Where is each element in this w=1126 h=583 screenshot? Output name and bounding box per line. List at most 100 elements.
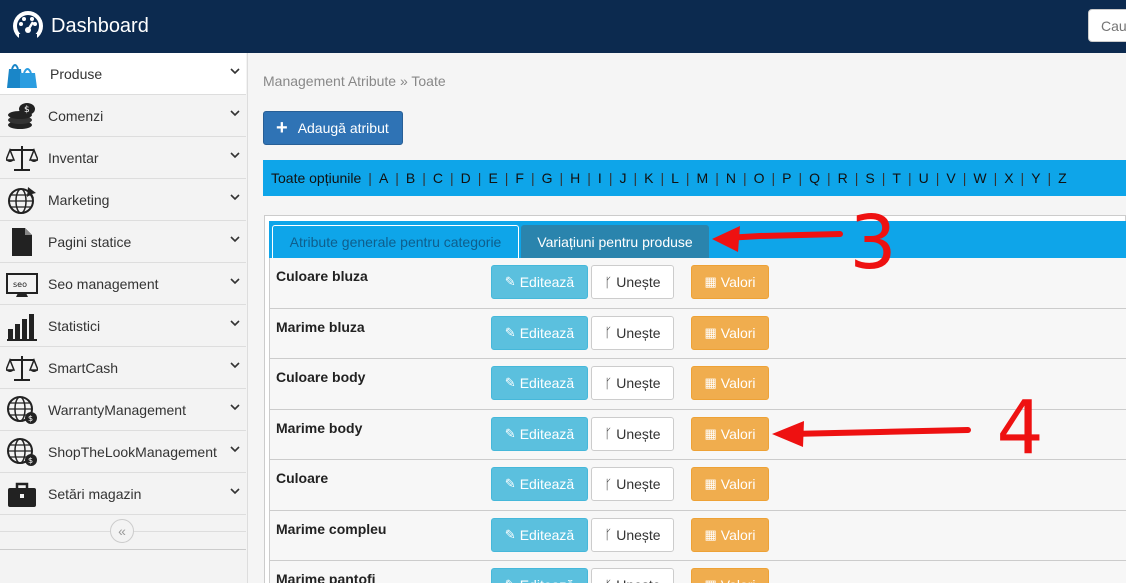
sidebar-item-produse[interactable]: Produse [0, 53, 246, 95]
alphabet-letter[interactable]: W [973, 170, 986, 186]
alphabet-letter[interactable]: G [542, 170, 553, 186]
table-icon: ▦ [704, 577, 716, 583]
alphabet-letter[interactable]: S [865, 170, 874, 186]
pencil-icon: ✎ [504, 375, 516, 390]
branch-icon: ᚴ [604, 578, 612, 583]
alphabet-letter[interactable]: F [515, 170, 524, 186]
sidebar-item-comenzi[interactable]: $ Comenzi [0, 95, 246, 137]
alphabet-letter[interactable]: U [919, 170, 929, 186]
table-row: Marime body ✎ Editează ᚴ Unește ▦ Valori [269, 409, 1126, 460]
alphabet-letter[interactable]: Z [1058, 170, 1067, 186]
attributes-panel: Atribute generale pentru categorie Varia… [264, 215, 1126, 583]
values-button[interactable]: ▦Valori [691, 366, 769, 400]
alphabet-letter[interactable]: D [461, 170, 471, 186]
table-row: Culoare body ✎ Editează ᚴ Unește ▦ Valori [269, 359, 1126, 410]
values-label: Valori [721, 577, 756, 583]
alphabet-letter[interactable]: B [406, 170, 415, 186]
alphabet-letter[interactable]: Q [809, 170, 820, 186]
edit-label: Editează [519, 476, 575, 492]
edit-button[interactable]: ✎Editează [491, 517, 588, 552]
sidebar-item-label: Inventar [48, 150, 99, 166]
add-attribute-button[interactable]: + Adaugă atribut [263, 111, 403, 145]
main-content: Management Atribute » Toate + Adaugă atr… [248, 53, 1126, 583]
merge-button[interactable]: ᚴUnește [591, 467, 674, 501]
sidebar-item-pagini-statice[interactable]: Pagini statice [0, 221, 246, 263]
scale-icon [6, 353, 38, 383]
edit-label: Editează [520, 577, 574, 583]
sidebar-divider [0, 549, 246, 550]
sidebar-item-setari-magazin[interactable]: Setări magazin [0, 473, 246, 515]
alphabet-letter[interactable]: Y [1031, 170, 1040, 186]
merge-button[interactable]: ᚴUnește [591, 568, 674, 583]
alphabet-letter[interactable]: O [754, 170, 765, 186]
alphabet-letter[interactable]: T [892, 170, 901, 186]
brand[interactable]: Dashboard [12, 10, 149, 42]
app-title: Dashboard [51, 14, 149, 37]
table-row: Culoare bluza ✎ Editează ᚴ Unește ▦ Valori [269, 258, 1126, 309]
alphabet-letter[interactable]: X [1004, 170, 1013, 186]
edit-button[interactable]: ✎Editează [491, 315, 588, 350]
pencil-icon: ✎ [504, 274, 516, 289]
merge-label: Unește [616, 375, 661, 391]
alphabet-letter[interactable]: R [838, 170, 848, 186]
separator: | [660, 170, 665, 186]
values-button[interactable]: ▦Valori [691, 315, 769, 350]
merge-label: Unește [616, 425, 661, 442]
values-button[interactable]: ▦Valori [691, 265, 769, 299]
values-button[interactable]: ▦Valori [691, 467, 769, 501]
svg-text:$: $ [28, 414, 33, 423]
edit-button[interactable]: ✎Editează [491, 568, 588, 583]
values-button[interactable]: ▦Valori [691, 517, 769, 552]
attribute-name: Culoare [276, 470, 329, 486]
merge-button[interactable]: ᚴUnește [591, 416, 674, 451]
merge-label: Unește [616, 476, 661, 492]
alphabet-letter[interactable]: N [726, 170, 736, 186]
tab-general-attributes[interactable]: Atribute generale pentru categorie [272, 225, 519, 258]
scale-icon [6, 143, 38, 173]
sidebar-item-seo-management[interactable]: seo Seo management [0, 263, 246, 305]
separator: | [771, 170, 776, 186]
bar-chart-icon [6, 311, 38, 341]
alphabet-letter[interactable]: J [619, 170, 626, 186]
merge-button[interactable]: ᚴUnește [591, 315, 674, 350]
edit-button[interactable]: ✎Editează [491, 416, 588, 451]
merge-label: Unește [616, 324, 661, 341]
edit-button[interactable]: ✎Editează [491, 265, 588, 299]
table-icon: ▦ [704, 375, 717, 390]
alphabet-letter[interactable]: C [433, 170, 443, 186]
alphabet-letter[interactable]: K [644, 170, 653, 186]
tab-product-variations[interactable]: Variațiuni pentru produse [521, 225, 709, 258]
sidebar-item-marketing[interactable]: Marketing [0, 179, 246, 221]
edit-button[interactable]: ✎Editează [491, 366, 588, 400]
alphabet-all-link[interactable]: Toate opțiunile [271, 170, 361, 186]
separator: | [1020, 170, 1025, 186]
alphabet-letter[interactable]: V [946, 170, 955, 186]
edit-label: Editează [519, 526, 575, 543]
sidebar-item-statistici[interactable]: Statistici [0, 305, 246, 347]
alphabet-letter[interactable]: E [488, 170, 497, 186]
alphabet-letter[interactable]: L [671, 170, 679, 186]
sidebar-item-label: WarrantyManagement [48, 402, 186, 418]
sidebar-item-warranty-management[interactable]: $ WarrantyManagement [0, 389, 246, 431]
sidebar-item-inventar[interactable]: Inventar [0, 137, 246, 179]
add-attribute-label: Adaugă atribut [297, 120, 389, 136]
alphabet-letter[interactable]: P [782, 170, 791, 186]
edit-button[interactable]: ✎Editează [491, 467, 588, 501]
double-chevron-left-icon[interactable]: « [110, 519, 134, 543]
alphabet-letter[interactable]: H [570, 170, 580, 186]
search-input[interactable] [1088, 9, 1126, 42]
chevron-down-icon [230, 278, 240, 285]
merge-button[interactable]: ᚴUnește [591, 517, 674, 552]
sidebar-item-label: ShopTheLookManagement [48, 444, 217, 460]
chevron-down-icon [230, 110, 240, 117]
sidebar-item-smartcash[interactable]: SmartCash [0, 347, 246, 389]
alphabet-letter[interactable]: A [379, 170, 388, 186]
alphabet-letter[interactable]: M [697, 170, 709, 186]
alphabet-letter[interactable]: I [598, 170, 602, 186]
merge-button[interactable]: ᚴUnește [591, 265, 674, 299]
values-button[interactable]: ▦ Valori [691, 568, 769, 583]
sidebar-item-shopthelook-management[interactable]: $ ShopTheLookManagement [0, 431, 246, 473]
values-button[interactable]: ▦Valori [691, 416, 769, 451]
merge-button[interactable]: ᚴUnește [591, 366, 674, 400]
branch-icon: ᚴ [604, 426, 613, 441]
